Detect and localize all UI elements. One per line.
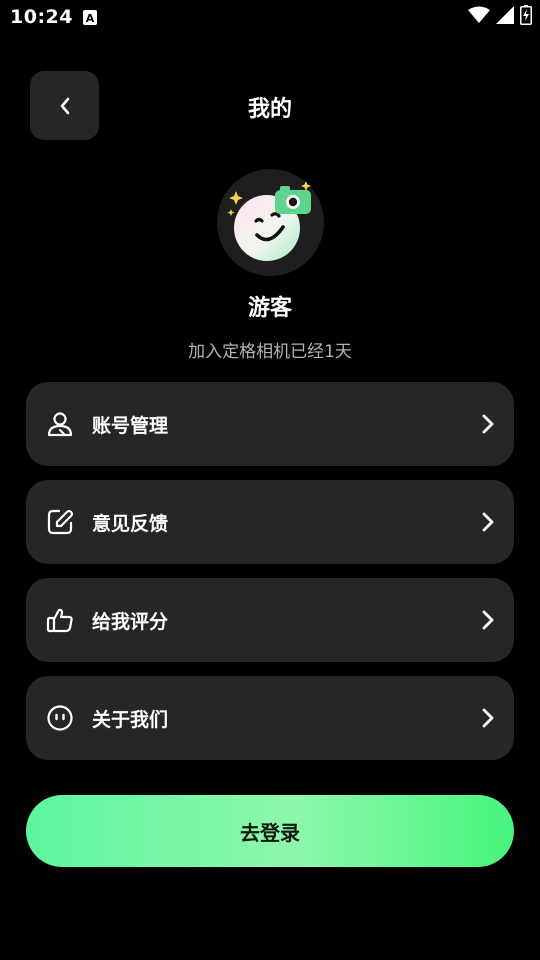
menu-item-rate[interactable]: 给我评分 bbox=[26, 578, 514, 662]
menu-item-label: 给我评分 bbox=[92, 611, 169, 633]
wifi-icon bbox=[468, 6, 490, 28]
menu-item-about[interactable]: 关于我们 bbox=[26, 676, 514, 760]
user-account-icon bbox=[47, 412, 73, 437]
menu-item-label: 关于我们 bbox=[92, 709, 169, 731]
page-title: 我的 bbox=[247, 97, 292, 122]
smiley-camera-avatar-icon bbox=[227, 181, 311, 261]
status-time: 10:24 bbox=[10, 6, 73, 28]
login-button-label: 去登录 bbox=[240, 820, 300, 845]
thumbs-up-icon bbox=[46, 608, 73, 633]
chevron-right-icon bbox=[482, 414, 494, 434]
avatar[interactable] bbox=[217, 169, 324, 276]
status-bar: 10:24 A bbox=[0, 0, 540, 36]
battery-charging-icon bbox=[520, 5, 532, 29]
menu-item-label: 意见反馈 bbox=[92, 513, 169, 535]
chevron-right-icon bbox=[482, 708, 494, 728]
menu-item-label: 账号管理 bbox=[92, 415, 169, 437]
about-face-icon bbox=[47, 705, 73, 731]
profile-screen: 10:24 A 我的 游客 加入定格相机已经1天 账号管理 意见反馈 给我评分 … bbox=[0, 0, 540, 960]
username: 游客 bbox=[247, 296, 292, 321]
login-button[interactable]: 去登录 bbox=[26, 795, 514, 867]
menu-item-feedback[interactable]: 意见反馈 bbox=[26, 480, 514, 564]
join-duration-text: 加入定格相机已经1天 bbox=[188, 342, 352, 362]
svg-text:A: A bbox=[86, 12, 95, 25]
status-icons bbox=[468, 5, 532, 29]
menu-item-account[interactable]: 账号管理 bbox=[26, 382, 514, 466]
feedback-edit-icon bbox=[47, 509, 74, 535]
chevron-right-icon bbox=[482, 512, 494, 532]
a-badge-icon: A bbox=[82, 9, 98, 26]
chevron-right-icon bbox=[482, 610, 494, 630]
cell-signal-icon bbox=[496, 6, 514, 28]
